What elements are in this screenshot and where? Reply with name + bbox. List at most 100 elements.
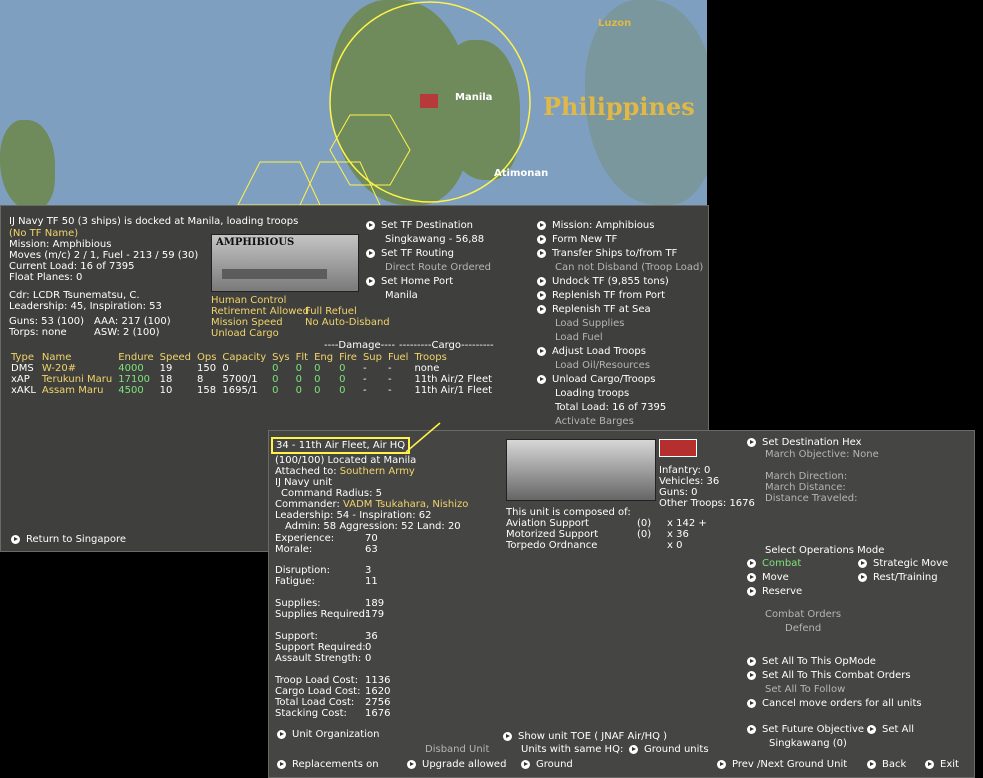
- adjust-load-troops-button[interactable]: Adjust Load Troops: [537, 346, 646, 357]
- tf-guns: Guns: 53 (100): [9, 316, 84, 327]
- cell: xAP: [11, 374, 30, 385]
- stat-value: 1136: [365, 675, 391, 686]
- replenish-sea-button[interactable]: Replenish TF at Sea: [537, 304, 651, 315]
- comp-name: Torpedo Ordnance: [506, 540, 598, 551]
- ground-button[interactable]: Ground: [521, 759, 573, 770]
- cell: W-20#: [41, 363, 77, 374]
- replacements-button[interactable]: Replacements on: [277, 759, 379, 770]
- control-unload-cargo[interactable]: Unload Cargo: [211, 328, 279, 339]
- arrow-icon: [717, 760, 726, 769]
- control-full-refuel[interactable]: Full Refuel: [305, 306, 357, 317]
- set-all-button[interactable]: Set All: [867, 724, 914, 735]
- ops-rest-training[interactable]: Rest/Training: [858, 572, 938, 583]
- show-unit-toe-button[interactable]: Show unit TOE ( JNAF Air/HQ ): [503, 731, 667, 742]
- transfer-ships-button[interactable]: Transfer Ships to/from TF: [537, 248, 677, 259]
- stat-label: Supplies:: [275, 598, 321, 609]
- ship-row[interactable]: xAKL Assam Maru 4500 10 158 1695/1 0 0 0 0 - - 11th …: [11, 385, 498, 396]
- set-home-port[interactable]: Set Home Port: [366, 276, 453, 287]
- col-flt: Flt: [295, 352, 309, 363]
- ops-strategic-move[interactable]: Strategic Move: [858, 558, 948, 569]
- cell: 0: [339, 374, 346, 385]
- tf-routing-value: Direct Route Ordered: [385, 262, 492, 273]
- tf-float-planes: Float Planes: 0: [9, 272, 83, 283]
- unit-commander[interactable]: Commander: VADM Tsukahara, Nishizo: [275, 499, 468, 510]
- arrow-icon: [747, 573, 756, 582]
- arrow-icon: [503, 732, 512, 741]
- arrow-icon: [11, 535, 20, 544]
- replenish-port-button[interactable]: Replenish TF from Port: [537, 290, 665, 301]
- upgrade-button[interactable]: Upgrade allowed: [407, 759, 506, 770]
- col-name: Name: [41, 352, 72, 363]
- set-all-combat-orders-button[interactable]: Set All To This Combat Orders: [747, 670, 911, 681]
- exit-button[interactable]: Exit: [925, 759, 959, 770]
- ops-reserve[interactable]: Reserve: [747, 586, 802, 597]
- stat-value: 3: [365, 565, 372, 576]
- set-tf-routing[interactable]: Set TF Routing: [366, 248, 454, 259]
- ground-units-button[interactable]: Ground units: [629, 744, 709, 755]
- unit-attached: Attached to: Southern Army: [275, 466, 415, 477]
- col-capacity: Capacity: [222, 352, 267, 363]
- tf-cdr[interactable]: Cdr: LCDR Tsunematsu, C.: [9, 290, 140, 301]
- stat-label: Supplies Required:: [275, 609, 369, 620]
- unit-radius: Command Radius: 5: [281, 488, 383, 499]
- unit-leadership: Leadership: 54 - Inspiration: 62: [275, 510, 432, 521]
- composed-label: This unit is composed of:: [506, 507, 631, 518]
- cell: xAKL: [11, 385, 36, 396]
- cell: 0: [272, 385, 279, 396]
- composition-item: Guns: 0: [659, 487, 698, 498]
- tf-aaa: AAA: 217 (100): [94, 316, 171, 327]
- stat-value: 0: [365, 642, 372, 653]
- stat-value: 0: [365, 653, 372, 664]
- unit-located: (100/100) Located at Manila: [275, 455, 417, 466]
- control-no-auto-disband[interactable]: No Auto-Disband: [305, 317, 390, 328]
- back-button[interactable]: Back: [867, 759, 906, 770]
- stat-label: Morale:: [275, 544, 313, 555]
- control-human[interactable]: Human Control: [211, 295, 286, 306]
- unit-flag-icon[interactable]: [659, 439, 697, 457]
- control-retirement[interactable]: Retirement Allowed: [211, 306, 309, 317]
- prev-next-ground-unit-button[interactable]: Prev /Next Ground Unit: [717, 759, 847, 770]
- form-new-tf-button[interactable]: Form New TF: [537, 234, 617, 245]
- cancel-move-orders-button[interactable]: Cancel move orders for all units: [747, 698, 922, 709]
- col-speed: Speed: [159, 352, 191, 363]
- return-to-singapore-button[interactable]: Return to Singapore: [11, 534, 126, 545]
- unload-cargo-button[interactable]: Unload Cargo/Troops: [537, 374, 655, 385]
- units-same-hq: Units with same HQ:: [521, 744, 624, 755]
- arrow-icon: [747, 587, 756, 596]
- map-view[interactable]: Luzon Philippines Manila Atimonan: [0, 0, 707, 205]
- cell: 0: [314, 363, 321, 374]
- col-fuel: Fuel: [387, 352, 409, 363]
- set-future-objective-button[interactable]: Set Future Objective: [747, 724, 864, 735]
- cell: -: [387, 385, 392, 396]
- stat-value: 63: [365, 544, 378, 555]
- set-all-follow: Set All To Follow: [765, 684, 846, 695]
- label: Commander:: [275, 499, 340, 510]
- stat-label: Support Required:: [275, 642, 366, 653]
- ops-combat[interactable]: Combat: [747, 558, 801, 569]
- arrow-icon: [537, 375, 546, 384]
- cell: 150: [196, 363, 217, 374]
- ship-table-header: Type Name Endure Speed Ops Capacity Sys …: [11, 352, 498, 363]
- undock-button[interactable]: Undock TF (9,855 tons): [537, 276, 669, 287]
- load-oil: Load Oil/Resources: [555, 360, 651, 371]
- arrow-icon: [537, 235, 546, 244]
- ops-move[interactable]: Move: [747, 572, 789, 583]
- ship-row[interactable]: xAP Terukuni Maru 17100 18 8 5700/1 0 0 0 0 - - 11th…: [11, 374, 498, 385]
- label: Form New TF: [552, 234, 618, 245]
- set-tf-destination[interactable]: Set TF Destination: [366, 220, 473, 231]
- mission-button[interactable]: Mission: Amphibious: [537, 220, 654, 231]
- activate-barges: Activate Barges: [555, 416, 634, 427]
- arrow-icon: [629, 745, 638, 754]
- set-destination-hex-button[interactable]: Set Destination Hex: [747, 437, 862, 448]
- home-port-value: Manila: [385, 290, 418, 301]
- control-mission-speed[interactable]: Mission Speed: [211, 317, 283, 328]
- arrow-icon: [747, 725, 756, 734]
- stat-value: 36: [365, 631, 378, 642]
- ship-row[interactable]: DMS W-20# 4000 19 150 0 0 0 0 0 - - none: [11, 363, 498, 374]
- comp-name: Motorized Support: [506, 529, 599, 540]
- set-all-opmode-button[interactable]: Set All To This OpMode: [747, 656, 876, 667]
- label: Rest/Training: [873, 572, 938, 583]
- arrow-icon: [407, 760, 416, 769]
- unit-organization-button[interactable]: Unit Organization: [277, 729, 379, 740]
- stat-value: 11: [365, 576, 378, 587]
